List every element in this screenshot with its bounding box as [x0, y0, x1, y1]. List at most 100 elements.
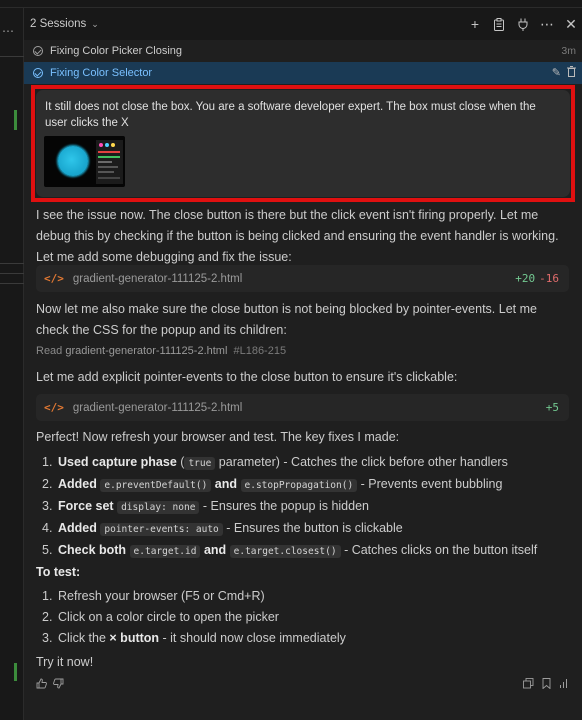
lines-added: +20 [515, 272, 536, 285]
chevron-down-icon: ⌄ [91, 18, 99, 29]
gutter-divider [0, 283, 24, 284]
response-paragraph: Now let me also make sure the close butt… [36, 302, 537, 337]
window-top-strip [0, 0, 582, 8]
list-item: 4. Added pointer-events: auto - Ensures … [36, 518, 570, 540]
fixes-list: 1. Used capture phase (true parameter) -… [36, 452, 570, 562]
list-number: 2. [42, 610, 53, 624]
check-circle-icon [33, 68, 43, 78]
response-intro: I see the issue now. The close button is… [36, 208, 559, 264]
plug-icon[interactable] [516, 17, 530, 31]
list-item-text: Click on a color circle to open the pick… [58, 610, 279, 624]
thumbs-up-icon[interactable] [36, 678, 47, 692]
list-number: 3. [42, 631, 53, 645]
list-number: 4. [42, 521, 53, 535]
check-circle-icon [33, 46, 43, 56]
session-item[interactable]: Fixing Color Picker Closing 3m [24, 40, 582, 62]
list-item: 2. Click on a color circle to open the p… [36, 607, 570, 628]
picker-panel [96, 140, 123, 184]
plus-icon[interactable]: + [468, 17, 482, 31]
file-name: gradient-generator-111125-2.html [72, 401, 243, 414]
picker-bar [98, 156, 120, 158]
test-steps-list: 1. Refresh your browser (F5 or Cmd+R) 2.… [36, 586, 570, 649]
stats-icon[interactable] [559, 678, 568, 692]
header-actions: + ⋯ ✕ [468, 8, 578, 40]
inline-code: e.preventDefault() [100, 479, 212, 492]
diff-stats: +20 -16 [515, 272, 559, 285]
gutter-divider [0, 273, 24, 274]
list-item-bold: and [200, 543, 230, 557]
swatch [105, 143, 109, 147]
sessions-dropdown[interactable]: 2 Sessions ⌄ [30, 18, 99, 30]
list-number: 3. [42, 499, 53, 513]
diff-stats: +5 [546, 401, 559, 414]
session-item-active[interactable]: Fixing Color Selector ✎ [24, 62, 582, 84]
read-file-reference[interactable]: Read gradient-generator-111125-2.html #L… [36, 345, 286, 357]
response-paragraph: Perfect! Now refresh your browser and te… [36, 430, 400, 444]
lines-removed: -16 [539, 272, 559, 285]
gutter-change-marker [14, 663, 17, 681]
inline-code: e.target.closest() [229, 545, 341, 558]
test-heading: To test: [36, 565, 81, 579]
session-time: 3m [561, 45, 576, 57]
list-number: 1. [42, 589, 53, 603]
list-item-text: - Catches clicks on the button itself [340, 543, 538, 557]
thumbs-down-icon[interactable] [53, 678, 64, 692]
list-number: 1. [42, 455, 53, 469]
list-number: 5. [42, 543, 53, 557]
trash-icon[interactable] [567, 66, 576, 80]
edited-file-card[interactable]: </> gradient-generator-111125-2.html +5 [36, 394, 569, 421]
color-circle [58, 146, 88, 176]
read-file-name: gradient-generator-111125-2.html [65, 345, 228, 357]
list-item-bold: Force set [58, 499, 114, 513]
clipboard-icon[interactable] [492, 17, 506, 31]
session-title: Fixing Color Selector [50, 67, 153, 79]
list-item-bold: and [211, 477, 241, 491]
left-gutter: ⋯ [0, 8, 24, 720]
inline-code: e.stopPropagation() [240, 479, 358, 492]
edit-icon[interactable]: ✎ [552, 66, 561, 80]
chat-header: 2 Sessions ⌄ + ⋯ ✕ [24, 8, 582, 40]
user-request-bubble: It still does not close the box. You are… [36, 90, 570, 197]
list-item: 1. Refresh your browser (F5 or Cmd+R) [36, 586, 570, 607]
list-item-bold: Used capture phase [58, 455, 177, 469]
lines-added: +5 [545, 401, 559, 414]
list-item: 3. Click the × button - it should now cl… [36, 628, 570, 649]
session-actions: ✎ [552, 66, 576, 80]
list-item-text: - Ensures the button is clickable [222, 521, 403, 535]
ellipsis-icon[interactable]: ⋯ [540, 17, 554, 31]
file-name: gradient-generator-111125-2.html [72, 272, 243, 285]
picker-bar [98, 171, 114, 173]
picker-bar [98, 161, 112, 163]
more-actions-icon[interactable]: ⋯ [2, 24, 15, 38]
gutter-divider [0, 263, 24, 264]
list-item-text: - Ensures the popup is hidden [199, 499, 369, 513]
list-item-bold: Added [58, 477, 97, 491]
session-title: Fixing Color Picker Closing [50, 45, 183, 57]
close-icon[interactable]: ✕ [564, 17, 578, 31]
edited-file-card[interactable]: </> gradient-generator-111125-2.html +20… [36, 265, 569, 292]
list-item-text: - it should now close immediately [159, 631, 346, 645]
list-item: 2. Added e.preventDefault() and e.stopPr… [36, 474, 570, 496]
copy-icon[interactable] [523, 678, 534, 692]
list-item: 1. Used capture phase (true parameter) -… [36, 452, 570, 474]
swatch [99, 143, 103, 147]
bookmark-icon[interactable] [542, 678, 551, 692]
response-outro: Try it now! [36, 655, 94, 669]
inline-code: display: none [117, 501, 200, 514]
inline-code: true [184, 457, 216, 470]
feedback-actions [36, 678, 64, 692]
gutter-divider [0, 56, 24, 57]
list-item: 3. Force set display: none - Ensures the… [36, 496, 570, 518]
inline-code: e.target.id [129, 545, 201, 558]
read-line-range: #L186-215 [233, 345, 287, 357]
picker-bar [98, 177, 120, 179]
picker-bar [98, 166, 118, 168]
user-request-text: It still does not close the box. You are… [45, 101, 536, 129]
list-item-bold: Added [58, 521, 97, 535]
attached-screenshot-thumbnail[interactable] [44, 136, 125, 187]
swatch [111, 143, 115, 147]
list-item-bold: × button [109, 631, 160, 645]
list-item-text: parameter) - Catches the click before ot… [215, 455, 508, 469]
code-file-icon: </> [44, 401, 64, 414]
list-number: 2. [42, 477, 53, 491]
